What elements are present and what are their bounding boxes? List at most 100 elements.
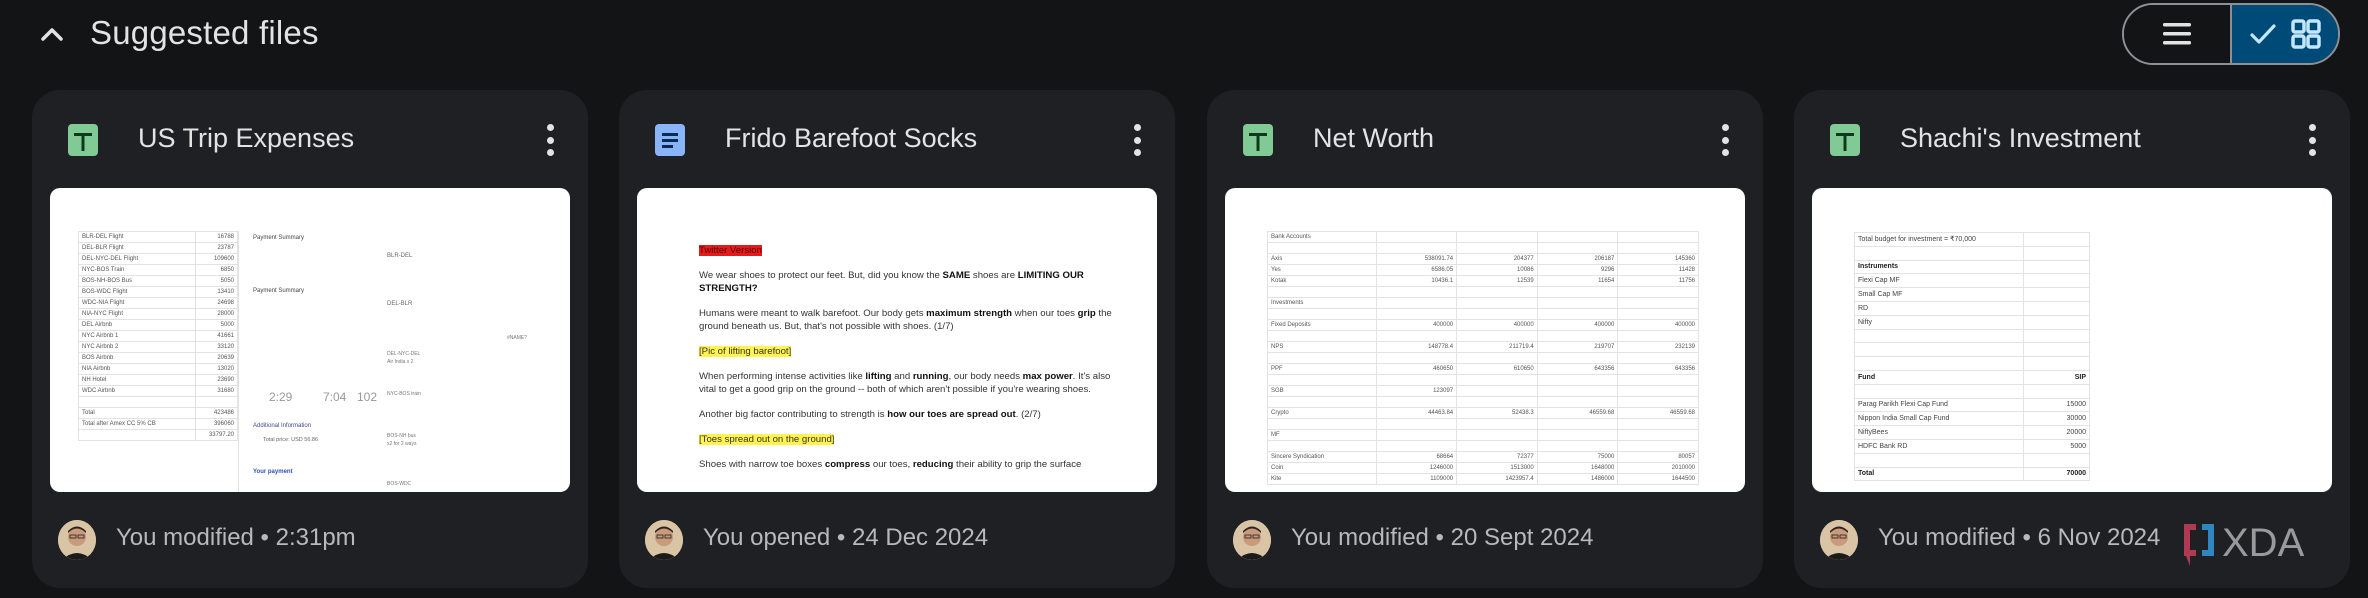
table-row: Sincere Syndication 68664 72377 75000 80057 [1267,451,1699,463]
table-cell: 6850 [194,264,239,276]
table-cell: Axis [1267,253,1377,265]
table-cell: 1246000 [1375,462,1458,474]
file-preview[interactable]: Bank Accounts Axis 538091.74 204377 206187 14… [1225,188,1745,492]
card-footer: You opened • 24 Dec 2024 [619,492,1175,588]
table-cell [1617,231,1699,243]
file-title[interactable]: Shachi's Investment [1900,123,2141,154]
table-cell [1267,308,1377,320]
table-cell: Flexi Cap MF [1853,273,2025,289]
table-cell [1853,383,2025,399]
table-cell: Nifty [1853,314,2025,330]
heading-tag: Twitter Version [699,245,762,256]
table-cell [1375,297,1458,309]
note: BOS-NH bus [387,433,416,439]
table-cell: Fixed Deposits [1267,319,1377,331]
table-cell [1617,418,1699,430]
more-vert-icon [546,124,554,131]
table-cell [1536,429,1619,441]
table-cell [1375,374,1458,386]
table-row: Kite 1109000 1423957.4 1486000 1644500 [1267,473,1699,485]
file-card[interactable]: Shachi's Investment Total budget for inv… [1794,90,2350,588]
file-preview[interactable]: Twitter Version We wear shoes to protect… [637,188,1157,492]
list-view-button[interactable] [2124,5,2232,63]
more-options-button[interactable] [540,122,560,158]
table-row: Total 423486 [78,407,239,419]
card-header: US Trip Expenses [32,90,588,188]
table-cell: 1109000 [1375,473,1458,485]
section-title: Suggested files [90,14,319,51]
table-cell [1267,396,1377,408]
table-cell [1853,356,2025,371]
table-row: Parag Parikh Flexi Cap Fund 15000 [1853,397,2090,413]
table-cell [1375,440,1458,452]
activity-text: You modified • 20 Sept 2024 [1291,524,1594,551]
paragraph: Shoes with narrow toe boxes compress our… [699,459,1082,470]
table-row [1267,374,1699,386]
more-options-button[interactable] [1715,122,1735,158]
card-header: Frido Barefoot Socks [619,90,1175,188]
table-row: RD [1853,300,2090,316]
table-row [1267,308,1699,320]
table-row: Kotak 10436.1 12539 11654 11756 [1267,275,1699,287]
file-card[interactable]: Net Worth Bank Accounts Axis 538091.74 2043… [1207,90,1763,588]
table-cell [2023,328,2090,344]
table-cell [1536,242,1619,254]
more-options-button[interactable] [1127,122,1147,158]
payment-area: Payment Summary Payment Summary BLR-DEL … [238,231,548,492]
table-cell [2023,287,2090,302]
file-title[interactable]: Frido Barefoot Socks [725,123,977,154]
table-cell [1267,330,1377,342]
file-title[interactable]: Net Worth [1313,123,1434,154]
table-row: PPF 460650 610650 643356 643356 [1267,363,1699,375]
file-preview[interactable]: BLR-DEL Flight 16788 DEL-BLR Flight 23787 DE… [50,188,570,492]
collapse-section-button[interactable] [36,18,68,50]
expenses-table: BLR-DEL Flight 16788 DEL-BLR Flight 23787 DE… [78,231,239,441]
table-cell: 11756 [1617,275,1699,287]
table-row: DEL-BLR Flight 23787 [78,242,239,254]
net-worth-table: Bank Accounts Axis 538091.74 204377 206187 14… [1267,231,1699,485]
table-cell: HDFC Bank RD [1853,438,2025,454]
table-cell: 68664 [1375,451,1458,463]
table-row: Fixed Deposits 400000 400000 400000 400000 [1267,319,1699,331]
table-cell [1617,352,1699,364]
table-cell: 13410 [194,286,239,298]
table-cell [1536,418,1619,430]
table-cell: 20639 [194,352,239,364]
table-cell: 24698 [194,297,239,309]
table-cell: 23690 [194,374,239,386]
table-cell: Instruments [1853,259,2025,275]
table-cell [2023,232,2090,247]
table-row [1853,328,2090,344]
file-card[interactable]: US Trip Expenses BLR-DEL Flight 16788 DEL-… [32,90,588,588]
your-payment-label: Your payment [253,469,293,475]
table-cell [2023,273,2090,289]
table-cell: 12539 [1456,275,1538,287]
table-cell: NiftyBees [1853,425,2025,440]
table-cell: WDC Airbnb [78,385,196,397]
table-cell [1375,396,1458,408]
table-cell [2023,342,2090,358]
table-cell [1536,374,1619,386]
table-cell [1536,308,1619,320]
table-cell: 28000 [194,308,239,320]
more-options-button[interactable] [2302,122,2322,158]
image-placeholder-tag: [Pic of lifting barefoot] [699,346,792,357]
table-cell [1456,242,1538,254]
table-row: 33797.20 [78,429,239,441]
table-cell: 23787 [194,242,239,254]
table-row: NYC Airbnb 2 33120 [78,341,239,353]
table-cell: SIP [2023,369,2090,385]
table-cell: DEL Airbnb [78,319,196,331]
table-cell [1456,308,1538,320]
table-cell: 5050 [194,275,239,287]
table-cell: Kite [1267,473,1377,485]
table-cell [1375,231,1458,243]
file-title[interactable]: US Trip Expenses [138,123,354,154]
section-header: Suggested files [0,0,2368,68]
file-card[interactable]: Frido Barefoot Socks Twitter Version We … [619,90,1175,588]
grid-view-button[interactable] [2232,5,2338,63]
table-row [1267,396,1699,408]
table-row [1853,356,2090,371]
table-cell: Nippon India Small Cap Fund [1853,411,2025,427]
file-preview[interactable]: Total budget for investment = ₹70,000 Ins… [1812,188,2332,492]
